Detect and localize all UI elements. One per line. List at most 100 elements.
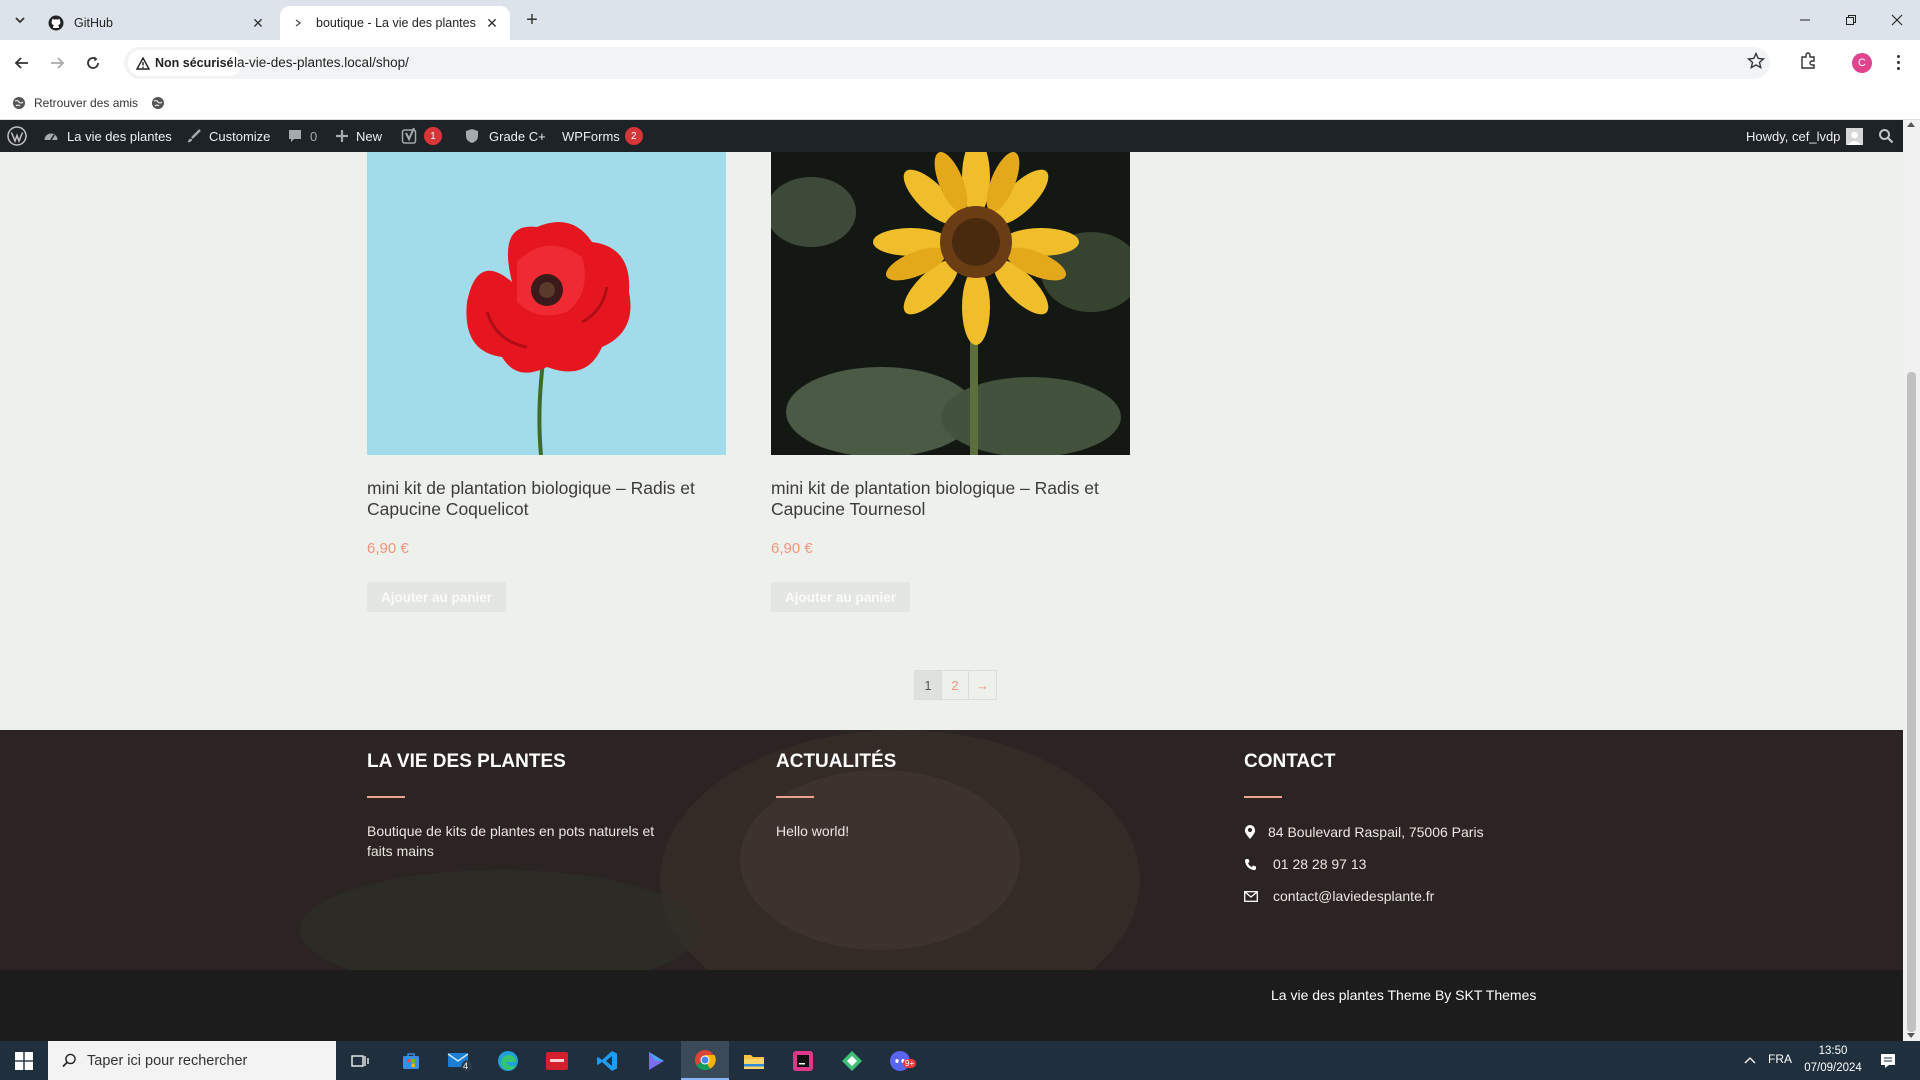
theme-credit[interactable]: La vie des plantes Theme By SKT Themes [1271, 987, 1536, 1003]
grade-label: Grade C+ [489, 128, 546, 144]
github-icon [48, 15, 64, 31]
admin-comments[interactable]: 0 [287, 120, 317, 152]
admin-site-name[interactable]: La vie des plantes [43, 120, 172, 152]
scroll-down-arrow-icon[interactable] [1907, 1033, 1915, 1038]
close-tab-icon[interactable]: ✕ [248, 15, 268, 32]
globe-icon [151, 96, 165, 110]
scrollbar-thumb[interactable] [1907, 372, 1916, 1032]
admin-new[interactable]: New [335, 120, 382, 152]
product-price: 6,90 € [367, 540, 409, 557]
bookmark-label: Retrouver des amis [34, 96, 139, 110]
task-view-icon[interactable] [336, 1041, 384, 1080]
footer-news-link[interactable]: Hello world! [776, 821, 849, 841]
page-1-current: 1 [915, 671, 942, 699]
forward-button[interactable] [43, 49, 71, 77]
microsoft-store-icon[interactable] [387, 1041, 435, 1080]
page-2-link[interactable]: 2 [942, 671, 969, 699]
product-title[interactable]: mini kit de plantation biologique – Radi… [367, 478, 726, 520]
discord-icon[interactable]: 9+ [877, 1041, 925, 1080]
footer-credit-bar: La vie des plantes Theme By SKT Themes [0, 970, 1903, 1041]
minimize-button[interactable] [1782, 8, 1828, 32]
url-text[interactable]: la-vie-des-plantes.local/shop/ [234, 55, 409, 70]
pagination: 1 2 → [914, 670, 997, 700]
mail-icon[interactable]: 4 [436, 1041, 484, 1080]
footer-divider [367, 796, 405, 798]
security-label: Non sécurisé [155, 56, 234, 70]
notification-center-icon[interactable] [1876, 1050, 1900, 1072]
comments-count: 0 [310, 128, 318, 144]
green-app-icon[interactable] [828, 1041, 876, 1080]
bookmark-star-icon[interactable] [1746, 51, 1766, 75]
phone-icon [1244, 858, 1257, 871]
tray-chevron-up-icon[interactable] [1740, 1049, 1760, 1071]
admin-grade[interactable]: Grade C+ [465, 120, 546, 152]
clock-time: 13:50 [1818, 1045, 1848, 1057]
brush-icon [186, 128, 202, 144]
footer-heading-contact: CONTACT [1244, 751, 1336, 772]
admin-search-icon[interactable] [1878, 120, 1894, 152]
file-explorer-icon[interactable] [730, 1041, 778, 1080]
language-indicator[interactable]: FRA [1768, 1052, 1792, 1066]
back-button[interactable] [8, 49, 36, 77]
chrome-icon[interactable] [681, 1041, 729, 1080]
clock-date: 07/09/2024 [1804, 1062, 1862, 1074]
envelope-icon [1244, 890, 1258, 902]
security-indicator[interactable]: Non sécurisé [128, 50, 242, 76]
product-image-tournesol[interactable] [771, 152, 1130, 455]
yoast-icon [401, 127, 419, 145]
footer-email[interactable]: contact@laviedesplante.fr [1244, 886, 1434, 906]
admin-wpforms[interactable]: WPForms 2 [562, 120, 643, 152]
close-tab-icon[interactable]: ✕ [482, 15, 502, 32]
red-app-icon[interactable] [533, 1041, 581, 1080]
globe-icon [12, 96, 26, 110]
profile-avatar[interactable]: C [1852, 53, 1872, 73]
tab-github[interactable]: GitHub ✕ [40, 6, 276, 40]
reload-button[interactable] [79, 49, 107, 77]
tab-label: GitHub [74, 16, 113, 30]
product-title[interactable]: mini kit de plantation biologique – Radi… [771, 478, 1130, 520]
extensions-puzzle-icon[interactable] [1799, 52, 1817, 75]
footer-phone: 01 28 28 97 13 [1244, 854, 1366, 874]
vscode-icon[interactable] [583, 1041, 631, 1080]
tab-boutique[interactable]: boutique - La vie des plantes ✕ [280, 6, 510, 40]
add-to-cart-button[interactable]: Ajouter au panier [367, 582, 507, 612]
next-page-link[interactable]: → [969, 671, 996, 699]
map-pin-icon [1244, 824, 1256, 840]
footer-heading-about: LA VIE DES PLANTES [367, 751, 566, 772]
taskbar-search-placeholder: Taper ici pour rechercher [87, 1052, 248, 1069]
tab-search-dropdown-icon[interactable] [8, 9, 32, 31]
howdy-label: Howdy, cef_lvdp [1746, 128, 1841, 144]
edge-browser-icon[interactable] [484, 1041, 532, 1080]
shop-page: mini kit de plantation biologique – Radi… [0, 152, 1903, 1041]
restore-button[interactable] [1828, 8, 1874, 32]
admin-howdy[interactable]: Howdy, cef_lvdp [1746, 120, 1864, 152]
bookmark-globe[interactable] [151, 92, 165, 114]
page-scrollbar[interactable] [1903, 120, 1920, 1041]
taskbar-clock[interactable]: 13:50 07/09/2024 [1797, 1043, 1869, 1077]
yoast-badge: 1 [424, 127, 442, 145]
media-player-icon[interactable] [632, 1041, 680, 1080]
add-to-cart-button[interactable]: Ajouter au panier [771, 582, 911, 612]
browser-menu-icon[interactable] [1890, 52, 1906, 72]
shield-icon [465, 128, 479, 144]
footer-divider [1244, 796, 1282, 798]
product-price: 6,90 € [771, 540, 813, 557]
scroll-up-arrow-icon[interactable] [1907, 122, 1915, 127]
admin-customize[interactable]: Customize [186, 120, 270, 152]
wpforms-badge: 2 [624, 127, 643, 145]
plus-icon [335, 129, 349, 143]
windows-start-icon[interactable] [0, 1041, 48, 1080]
mail-badge: 4 [463, 1061, 469, 1071]
product-image-coquelicot[interactable] [367, 152, 726, 455]
discord-badge: 9+ [903, 1059, 917, 1068]
new-tab-button[interactable]: + [520, 8, 544, 32]
taskbar-search-box[interactable]: Taper ici pour rechercher [48, 1041, 336, 1080]
wordpress-logo-icon[interactable] [7, 120, 27, 152]
bookmarks-bar [0, 86, 1920, 120]
phpstorm-icon[interactable] [779, 1041, 827, 1080]
footer-address: 84 Boulevard Raspail, 75006 Paris [1244, 822, 1484, 842]
admin-yoast[interactable]: 1 [401, 120, 442, 152]
bookmark-retrouver-des-amis[interactable]: Retrouver des amis [12, 92, 138, 114]
close-window-button[interactable] [1874, 8, 1920, 32]
comment-bubble-icon [287, 128, 303, 144]
